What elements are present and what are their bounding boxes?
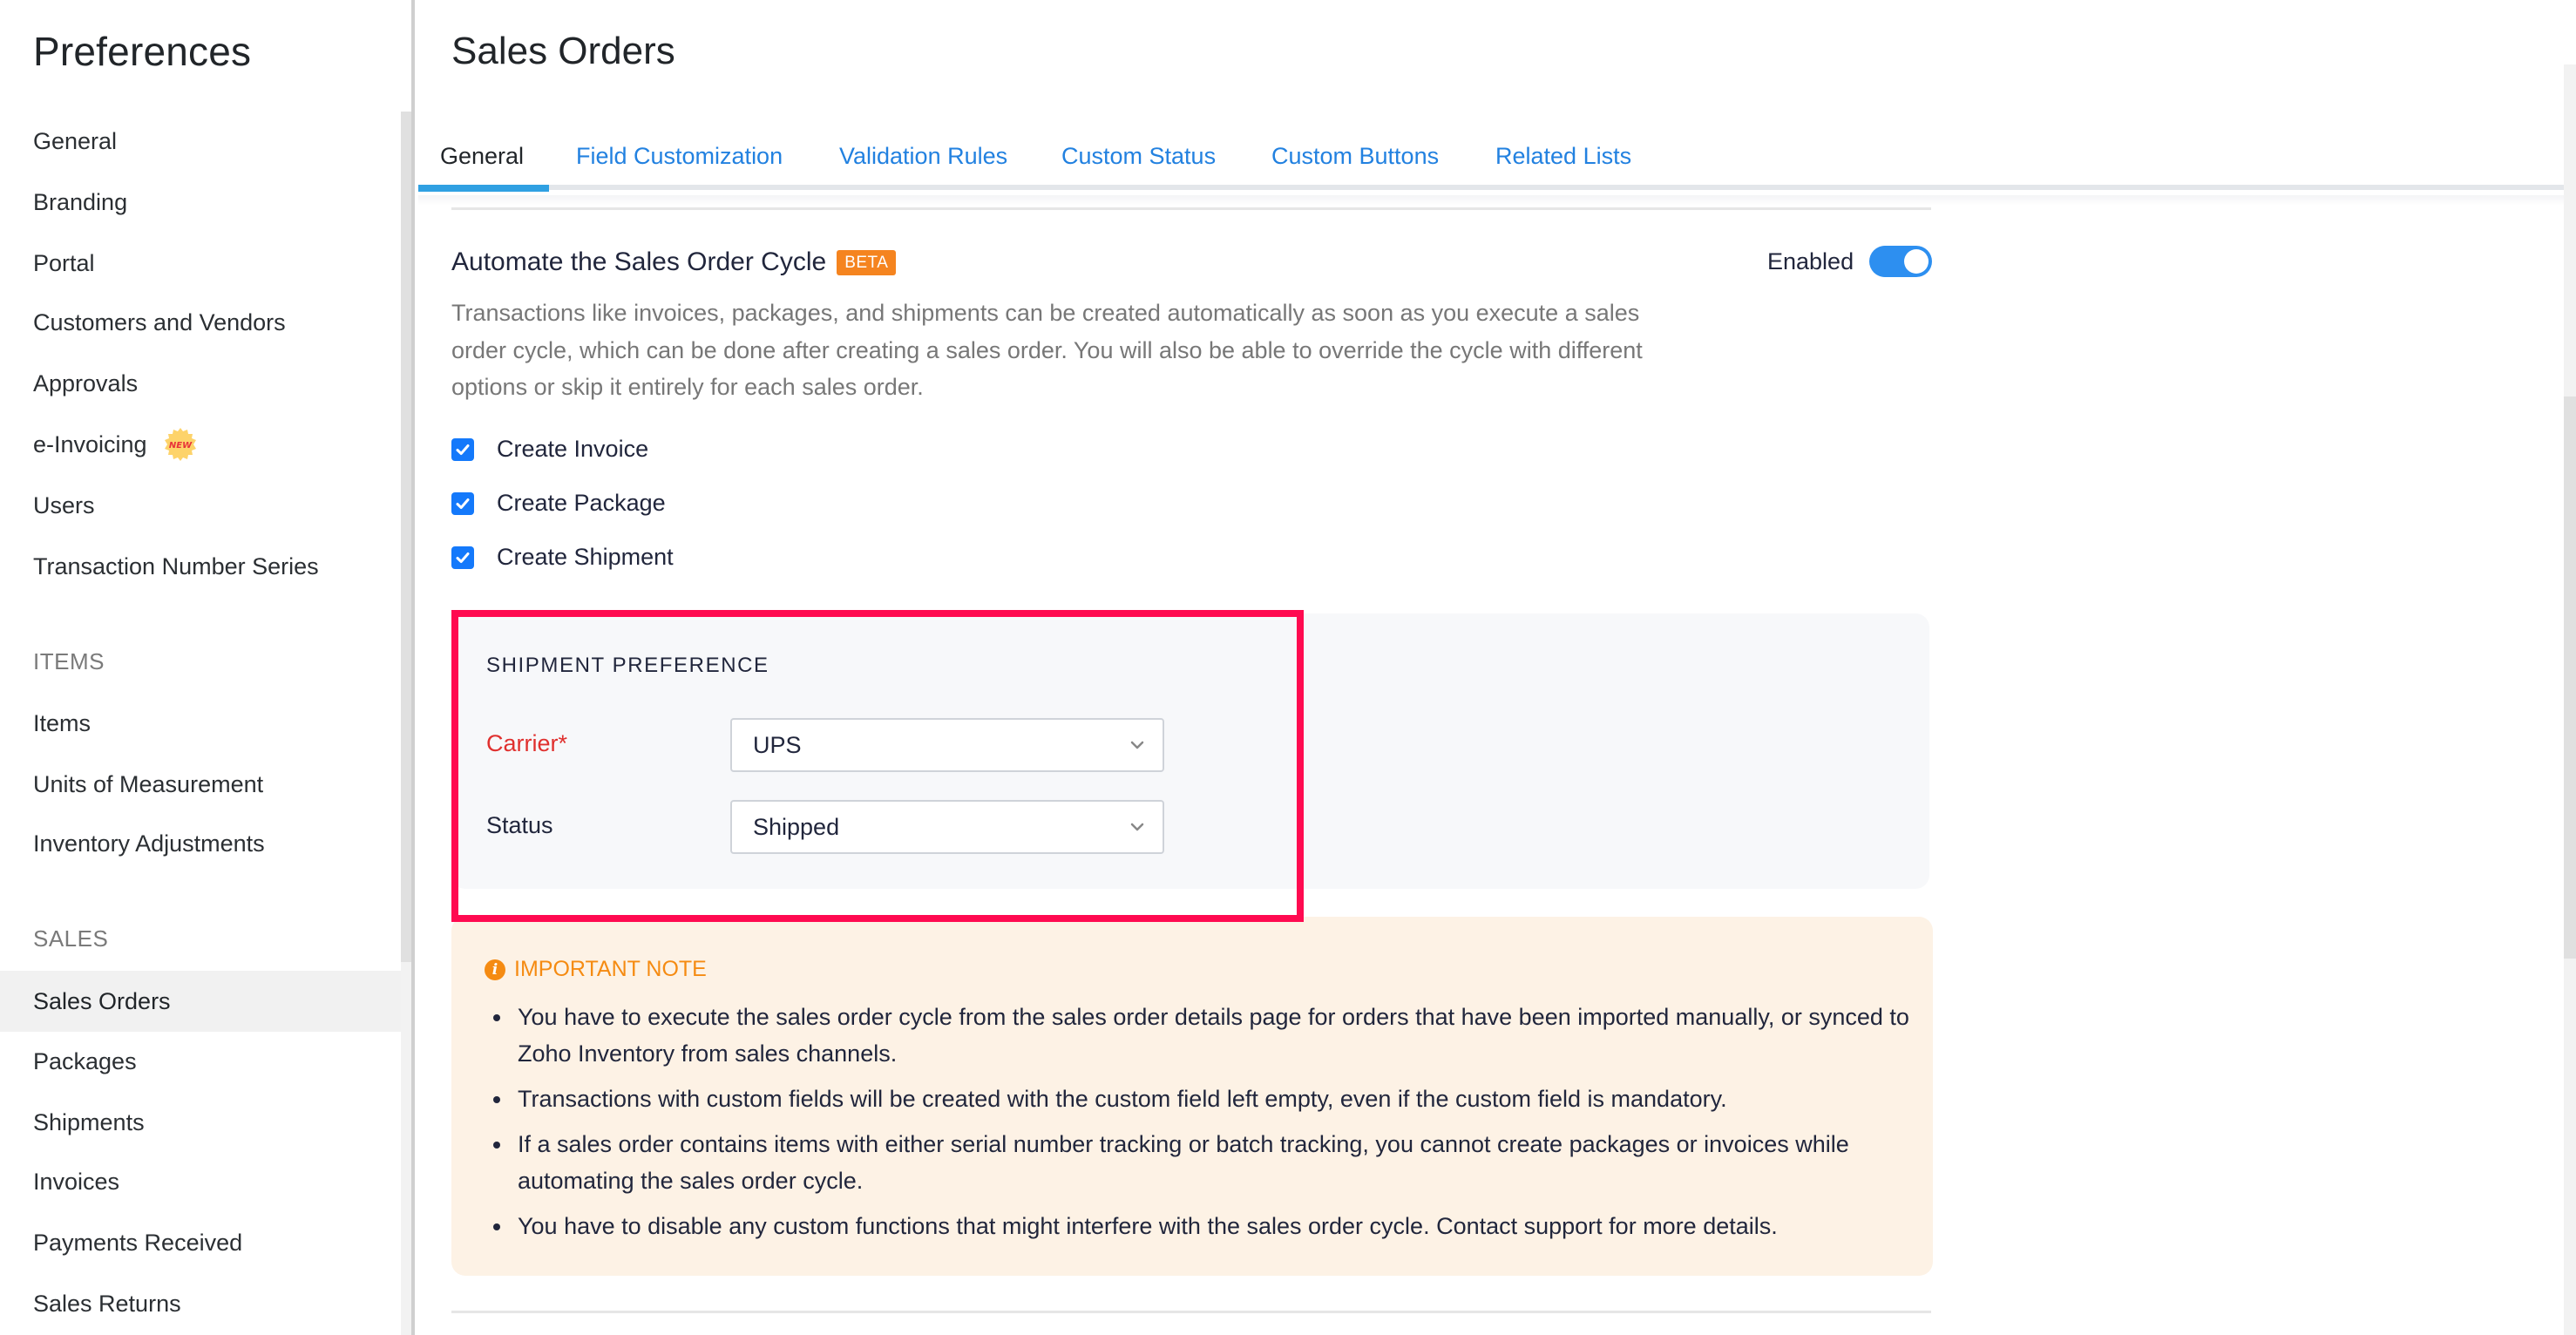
sidebar-item-general[interactable]: General	[0, 111, 401, 172]
create-invoice-checkbox[interactable]: Create Invoice	[451, 436, 648, 463]
svg-text:NEW: NEW	[168, 441, 192, 451]
info-icon: i	[485, 959, 505, 980]
divider-bottom	[451, 1311, 1931, 1313]
toggle-knob	[1904, 249, 1929, 274]
sidebar-item-users[interactable]: Users	[0, 475, 401, 536]
sidebar-item-packages[interactable]: Packages	[0, 1031, 401, 1092]
automate-heading: Automate the Sales Order Cycle BETA	[451, 247, 897, 277]
sidebar-item-branding[interactable]: Branding	[0, 172, 401, 233]
tab-bar: General Field Customization Validation R…	[418, 131, 2564, 192]
carrier-select[interactable]: UPS	[730, 718, 1164, 772]
sidebar-item-invoices[interactable]: Invoices	[0, 1151, 401, 1212]
sidebar-item-portal[interactable]: Portal	[0, 233, 401, 294]
shipment-preference-title: SHIPMENT PREFERENCE	[486, 654, 769, 677]
create-shipment-checkbox[interactable]: Create Shipment	[451, 544, 674, 571]
sidebar-item-inventory-adjustments[interactable]: Inventory Adjustments	[0, 813, 401, 874]
toggle-label: Enabled	[1767, 247, 1854, 274]
tab-bar-shadow	[418, 195, 2564, 206]
note-item: If a sales order contains items with eit…	[485, 1126, 1914, 1199]
note-item: You have to disable any custom functions…	[485, 1208, 1914, 1244]
automate-toggle-group: Enabled	[1767, 246, 1933, 277]
sidebar-item-units-of-measurement[interactable]: Units of Measurement	[0, 754, 401, 815]
tab-field-customization[interactable]: Field Customization	[576, 143, 783, 170]
automate-toggle[interactable]	[1869, 246, 1933, 277]
sidebar-item-approvals[interactable]: Approvals	[0, 353, 401, 414]
sidebar-heading-items: ITEMS	[33, 648, 105, 674]
chevron-down-icon	[1130, 741, 1144, 749]
sidebar-item-transaction-number-series[interactable]: Transaction Number Series	[0, 536, 401, 597]
tab-custom-status[interactable]: Custom Status	[1061, 143, 1216, 170]
divider-top	[451, 207, 1931, 210]
new-badge-icon: NEW	[163, 427, 198, 462]
tab-custom-buttons[interactable]: Custom Buttons	[1271, 143, 1439, 170]
tab-validation-rules[interactable]: Validation Rules	[839, 143, 1007, 170]
active-tab-indicator	[418, 185, 549, 192]
sidebar-scrollbar-thumb[interactable]	[401, 112, 411, 962]
important-note-box: i IMPORTANT NOTE You have to execute the…	[451, 917, 1933, 1276]
note-item: You have to execute the sales order cycl…	[485, 999, 1914, 1072]
automate-description: Transactions like invoices, packages, an…	[451, 300, 1643, 400]
sidebar-item-sales-orders[interactable]: Sales Orders	[0, 971, 401, 1032]
important-note-list: You have to execute the sales order cycl…	[485, 999, 1914, 1253]
note-item: Transactions with custom fields will be …	[485, 1081, 1914, 1117]
checkbox-checked-icon[interactable]	[451, 546, 474, 569]
sidebar-item-shipments[interactable]: Shipments	[0, 1092, 401, 1153]
tab-related-lists[interactable]: Related Lists	[1495, 143, 1631, 170]
beta-badge: BETA	[837, 249, 897, 275]
checkbox-checked-icon[interactable]	[451, 437, 474, 461]
important-note-heading: i IMPORTANT NOTE	[485, 957, 707, 982]
tab-general[interactable]: General	[440, 143, 524, 170]
preferences-sidebar: Preferences General Branding Portal Cust…	[0, 0, 415, 1335]
status-label: Status	[486, 812, 553, 838]
sidebar-item-payments-received[interactable]: Payments Received	[0, 1212, 401, 1273]
carrier-label: Carrier*	[486, 730, 568, 756]
sidebar-item-customers-and-vendors[interactable]: Customers and Vendors	[0, 292, 401, 353]
main-content: Sales Orders General Field Customization…	[418, 0, 2576, 1335]
create-package-checkbox[interactable]: Create Package	[451, 490, 666, 517]
sidebar-item-e-invoicing[interactable]: e-Invoicing NEW	[0, 414, 401, 475]
main-scrollbar-thumb[interactable]	[2564, 396, 2576, 959]
sidebar-item-items[interactable]: Items	[0, 693, 401, 754]
sidebar-title: Preferences	[33, 29, 252, 74]
checkbox-checked-icon[interactable]	[451, 491, 474, 515]
sidebar-item-sales-returns[interactable]: Sales Returns	[0, 1273, 401, 1334]
chevron-down-icon	[1130, 823, 1144, 831]
page-title: Sales Orders	[451, 30, 675, 72]
sidebar-heading-sales: SALES	[33, 925, 109, 952]
status-select[interactable]: Shipped	[730, 800, 1164, 854]
